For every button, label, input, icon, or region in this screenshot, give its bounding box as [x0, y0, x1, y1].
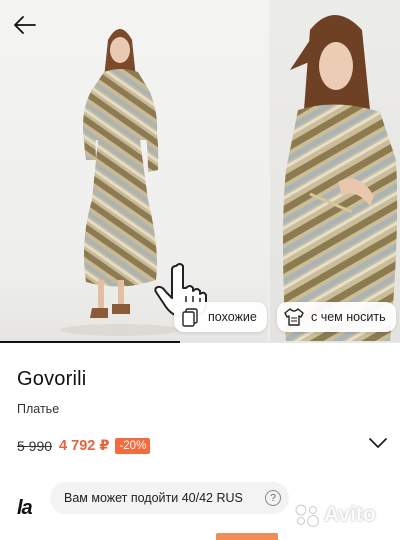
similar-products-button[interactable]: похожие — [174, 302, 267, 332]
back-arrow-icon — [14, 16, 36, 34]
orange-tab-edge — [216, 533, 278, 540]
hanger-shirt-icon — [283, 306, 305, 328]
wear-with-label: с чем носить — [311, 310, 386, 324]
gallery-progress-bar — [0, 341, 400, 343]
back-button[interactable] — [10, 10, 40, 40]
avito-watermark-text: Avito — [324, 503, 376, 526]
wear-with-button[interactable]: с чем носить — [277, 302, 396, 332]
chevron-down-icon — [369, 438, 387, 448]
store-logo[interactable]: la — [17, 497, 33, 520]
similar-cards-icon — [180, 306, 202, 328]
product-category: Платье — [17, 402, 60, 416]
avito-logo-icon — [292, 502, 322, 528]
question-icon[interactable]: ? — [265, 490, 281, 506]
current-price: 4 792 ₽ — [59, 438, 110, 454]
product-photo-closeup[interactable] — [270, 0, 400, 342]
expand-details-button[interactable] — [368, 436, 388, 452]
product-photo-full-length[interactable] — [0, 0, 268, 342]
size-hint-text: Вам может подойти 40/42 RUS — [64, 491, 243, 505]
gallery-progress-fill — [0, 341, 180, 343]
old-price: 5 990 — [17, 438, 53, 454]
price-row: 5 990 4 792 ₽ -20% — [17, 437, 151, 455]
discount-badge: -20% — [115, 438, 151, 454]
product-gallery[interactable]: похожие с чем носить — [0, 0, 400, 342]
size-recommendation[interactable]: Вам может подойти 40/42 RUS ? — [50, 482, 289, 514]
avito-watermark: Avito — [292, 500, 376, 530]
similar-label: похожие — [208, 310, 257, 324]
product-brand[interactable]: Govorili — [17, 368, 86, 391]
